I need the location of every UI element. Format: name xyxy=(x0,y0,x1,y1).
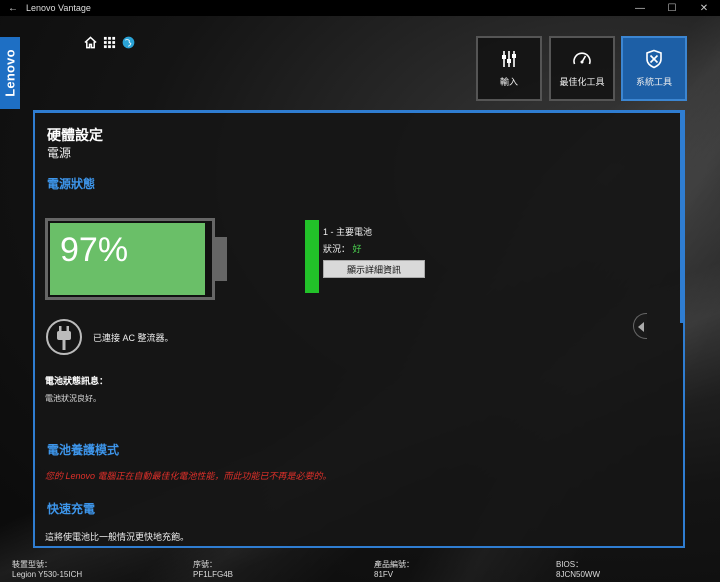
lenovo-logo-text: Lenovo xyxy=(2,49,18,97)
top-nav-icons xyxy=(84,36,135,49)
battery-condition-value: 好 xyxy=(352,244,362,254)
page-title: 硬體設定 xyxy=(47,127,103,143)
product-number-value: 81FV xyxy=(374,570,394,579)
window-title: Lenovo Vantage xyxy=(26,3,91,13)
speedometer-icon xyxy=(573,52,591,65)
battery-name: 1 - 主要電池 xyxy=(323,227,373,237)
bios-version: BIOS： 8JCN50WW xyxy=(556,560,600,580)
battery-condition: 狀況： 好 xyxy=(323,242,362,255)
conservation-mode-note: 您的 Lenovo 電腦正在自動最佳化電池性能，而此功能已不再是必要的。 xyxy=(45,471,332,481)
battery-status-indicator xyxy=(305,220,319,293)
battery-graphic: 97% xyxy=(45,218,215,300)
rapid-charge-heading: 快速充電 xyxy=(47,502,96,516)
apps-grid-icon[interactable] xyxy=(103,36,116,49)
minimize-button[interactable]: — xyxy=(624,3,656,14)
product-number: 產品編號： 81FV xyxy=(374,560,414,580)
maximize-button[interactable]: ☐ xyxy=(656,3,688,14)
tab-optimization-label: 最佳化工具 xyxy=(559,77,605,87)
input-icon xyxy=(502,51,516,67)
scrollbar-thumb[interactable] xyxy=(680,113,684,323)
rapid-charge-description: 這將使電池比一般情況更快地充飽。 xyxy=(45,532,190,542)
device-model-label: 裝置型號： xyxy=(12,560,52,569)
close-button[interactable]: ✕ xyxy=(688,3,720,14)
tools-icon xyxy=(646,49,662,69)
side-collapse-button[interactable] xyxy=(633,313,647,339)
lenovo-logo: Lenovo xyxy=(0,37,20,109)
tab-input-label: 輸入 xyxy=(499,77,518,87)
device-model: 裝置型號： Legion Y530-15ICH xyxy=(12,560,82,580)
globe-icon[interactable] xyxy=(122,36,135,49)
title-bar: ← Lenovo Vantage — ☐ ✕ xyxy=(0,0,720,16)
main-panel: 硬體設定 電源 電源狀態 97% 1 - 主要電池 狀況： 好 顯示詳細資訊 已… xyxy=(33,110,685,548)
battery-info-text: 電池狀況良好。 xyxy=(45,394,101,403)
device-model-value: Legion Y530-15ICH xyxy=(12,570,83,579)
ac-adapter-status: 已連接 AC 整流器。 xyxy=(93,333,174,343)
battery-percent: 97% xyxy=(60,231,129,269)
tab-input[interactable]: 輸入 xyxy=(476,36,542,101)
page-subtitle: 電源 xyxy=(47,146,72,160)
bios-version-value: 8JCN50WW xyxy=(556,570,601,579)
battery-condition-label: 狀況： xyxy=(323,244,351,254)
ac-plug-icon xyxy=(46,319,82,355)
show-details-button[interactable]: 顯示詳細資訊 xyxy=(323,260,425,278)
product-number-label: 產品編號： xyxy=(374,560,414,569)
battery-terminal xyxy=(215,237,227,281)
back-arrow-icon[interactable]: ← xyxy=(0,3,26,14)
tab-optimization[interactable]: 最佳化工具 xyxy=(549,36,615,101)
serial-number-label: 序號： xyxy=(193,560,217,569)
battery-info-title: 電池狀態訊息： xyxy=(45,376,109,386)
conservation-mode-heading: 電池養護模式 xyxy=(47,443,120,457)
tab-system-tools-label: 系統工具 xyxy=(635,77,672,87)
serial-number: 序號： PF1LFG4B xyxy=(193,560,233,580)
bios-version-label: BIOS： xyxy=(556,560,584,569)
serial-number-value: PF1LFG4B xyxy=(193,570,234,579)
power-status-heading: 電源狀態 xyxy=(47,177,96,191)
device-info-footer: 裝置型號： Legion Y530-15ICH 序號： PF1LFG4B 產品編… xyxy=(0,558,720,582)
tab-system-tools[interactable]: 系統工具 xyxy=(621,36,687,101)
home-icon[interactable] xyxy=(84,36,97,49)
